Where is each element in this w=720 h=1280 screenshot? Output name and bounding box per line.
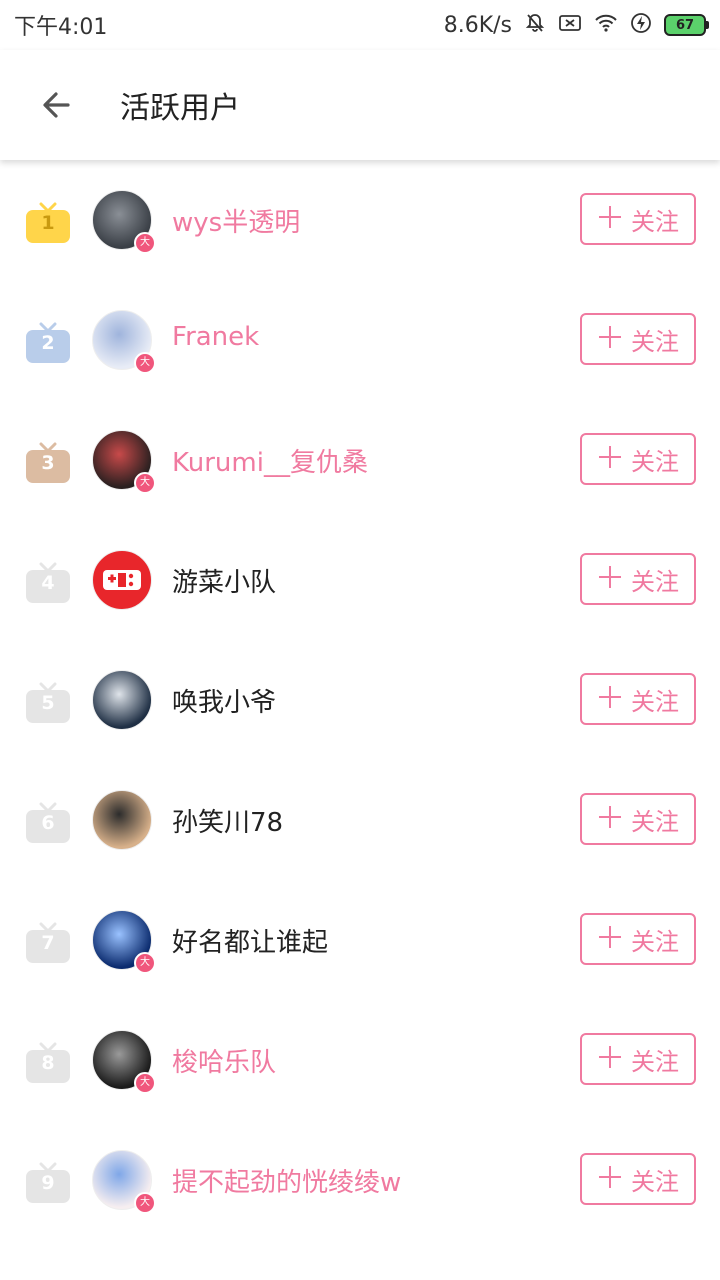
- user-row[interactable]: 2 大 Franek 关注: [0, 280, 720, 400]
- plus-icon: [597, 203, 623, 235]
- follow-button[interactable]: 关注: [580, 913, 696, 965]
- plus-icon: [597, 1043, 623, 1075]
- follow-label: 关注: [631, 1167, 679, 1196]
- follow-label: 关注: [631, 687, 679, 716]
- active-user-list: 1 大 wys半透明 关注 2 大 Franek 关注 3 大 Kurumi__复仇桑 关注 4 游菜小队…: [0, 160, 720, 1240]
- user-row[interactable]: 1 大 wys半透明 关注: [0, 160, 720, 280]
- back-button[interactable]: [26, 75, 86, 135]
- sim-off-icon: [558, 13, 582, 38]
- follow-label: 关注: [631, 447, 679, 476]
- verified-badge-icon: 大: [134, 1192, 156, 1214]
- rank-badge: 1: [24, 202, 72, 246]
- plus-icon: [597, 803, 623, 835]
- follow-label: 关注: [631, 207, 679, 236]
- status-icons: 8.6K/s 67: [443, 12, 709, 39]
- verified-badge-icon: 大: [134, 472, 156, 494]
- plus-icon: [597, 563, 623, 595]
- rank-number: 2: [41, 332, 55, 354]
- avatar[interactable]: [92, 790, 152, 850]
- user-row[interactable]: 4 游菜小队 关注: [0, 520, 720, 640]
- verified-badge-icon: 大: [134, 232, 156, 254]
- rank-badge: 9: [24, 1162, 72, 1206]
- follow-button[interactable]: 关注: [580, 553, 696, 605]
- follow-label: 关注: [631, 927, 679, 956]
- follow-button[interactable]: 关注: [580, 793, 696, 845]
- verified-badge-icon: 大: [134, 1072, 156, 1094]
- rank-number: 9: [41, 1172, 55, 1194]
- rank-badge: 6: [24, 802, 72, 846]
- arrow-left-icon: [43, 92, 70, 118]
- rank-number: 6: [41, 812, 55, 834]
- verified-badge-icon: 大: [134, 352, 156, 374]
- wifi-icon: [594, 13, 618, 38]
- follow-button[interactable]: 关注: [580, 313, 696, 365]
- rank-badge: 5: [24, 682, 72, 726]
- avatar[interactable]: [92, 550, 152, 610]
- user-row[interactable]: 9 大提不起劲的恍绫绫w 关注: [0, 1120, 720, 1240]
- plus-icon: [597, 323, 623, 355]
- charging-icon: [630, 12, 652, 39]
- user-row[interactable]: 6 孙笑川78 关注: [0, 760, 720, 880]
- username[interactable]: 好名都让谁起: [172, 922, 328, 959]
- username[interactable]: 梭哈乐队: [172, 1042, 276, 1079]
- username[interactable]: 游菜小队: [172, 562, 276, 599]
- rank-number: 7: [41, 932, 55, 954]
- username[interactable]: 提不起劲的恍绫绫w: [172, 1162, 401, 1199]
- rank-badge: 8: [24, 1042, 72, 1086]
- avatar[interactable]: [92, 670, 152, 730]
- rank-badge: 3: [24, 442, 72, 486]
- battery-indicator: 67: [664, 14, 709, 36]
- follow-label: 关注: [631, 327, 679, 356]
- follow-button[interactable]: 关注: [580, 193, 696, 245]
- rank-number: 1: [41, 212, 55, 234]
- bell-muted-icon: [524, 12, 546, 39]
- user-row[interactable]: 5 唤我小爷 关注: [0, 640, 720, 760]
- user-row[interactable]: 8 大梭哈乐队 关注: [0, 1000, 720, 1120]
- status-bar: 下午4:01 8.6K/s 67: [0, 0, 720, 50]
- rank-number: 4: [41, 572, 55, 594]
- plus-icon: [597, 923, 623, 955]
- follow-button[interactable]: 关注: [580, 673, 696, 725]
- user-row[interactable]: 7 大好名都让谁起 关注: [0, 880, 720, 1000]
- user-row[interactable]: 3 大 Kurumi__复仇桑 关注: [0, 400, 720, 520]
- status-time: 下午4:01: [14, 15, 108, 40]
- follow-label: 关注: [631, 567, 679, 596]
- plus-icon: [597, 1163, 623, 1195]
- plus-icon: [597, 443, 623, 475]
- net-speed: 8.6K/s: [443, 12, 512, 38]
- rank-number: 3: [41, 452, 55, 474]
- follow-button[interactable]: 关注: [580, 433, 696, 485]
- follow-button[interactable]: 关注: [580, 1033, 696, 1085]
- username[interactable]: wys半透明: [172, 202, 300, 239]
- username[interactable]: 孙笑川78: [172, 802, 283, 839]
- rank-badge: 4: [24, 562, 72, 606]
- follow-label: 关注: [631, 807, 679, 836]
- app-bar: 活跃用户: [0, 50, 720, 160]
- plus-icon: [597, 683, 623, 715]
- rank-badge: 7: [24, 922, 72, 966]
- rank-number: 8: [41, 1052, 55, 1074]
- username[interactable]: Kurumi__复仇桑: [172, 442, 368, 479]
- follow-label: 关注: [631, 1047, 679, 1076]
- verified-badge-icon: 大: [134, 952, 156, 974]
- follow-button[interactable]: 关注: [580, 1153, 696, 1205]
- username[interactable]: 唤我小爷: [172, 682, 276, 719]
- username[interactable]: Franek: [172, 322, 259, 352]
- rank-badge: 2: [24, 322, 72, 366]
- page-title: 活跃用户: [120, 91, 240, 126]
- rank-number: 5: [41, 692, 55, 714]
